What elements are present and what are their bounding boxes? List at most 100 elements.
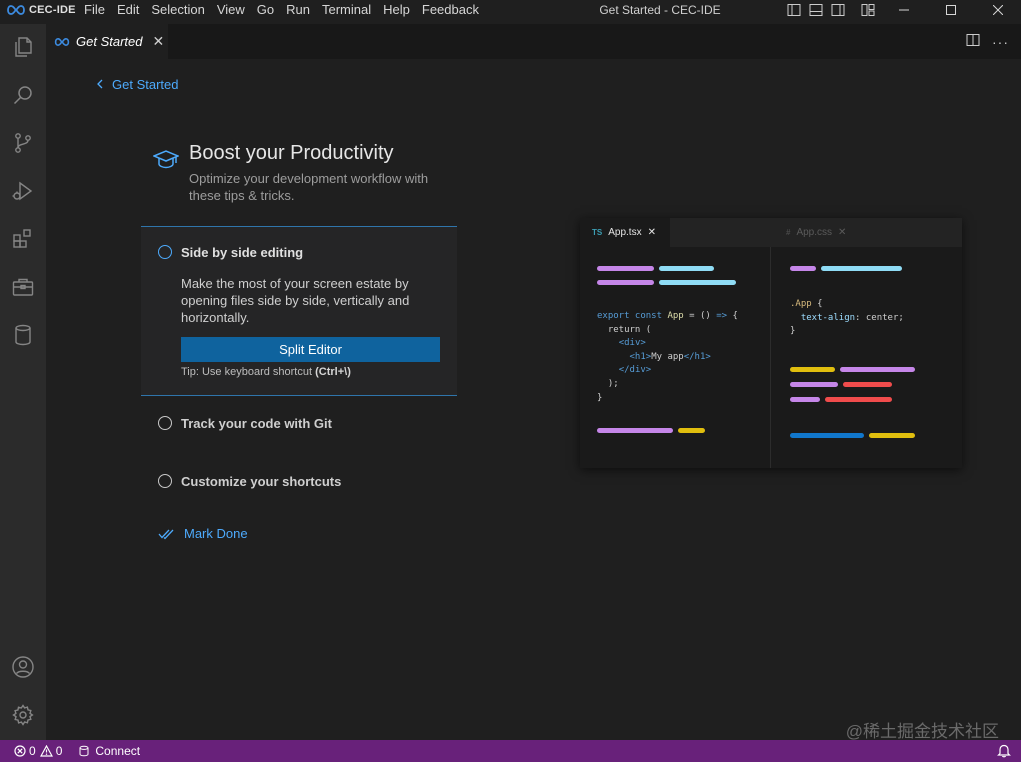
back-link-label: Get Started [112,77,179,92]
css-file-icon: # [786,228,791,237]
page-subtitle: Optimize your development workflow with … [189,171,429,203]
app-logo-text: CEC-IDE [29,4,76,16]
menu-selection[interactable]: Selection [145,0,210,20]
database-icon[interactable] [8,320,38,350]
database-icon [79,745,89,757]
menu-go[interactable]: Go [251,0,280,20]
code-placeholder-bar [790,397,820,402]
error-count: 0 [29,744,36,758]
split-editor-illustration: TS App.tsx ✕ # App.css ✕ export const Ap… [580,218,962,468]
explorer-icon[interactable] [8,32,38,62]
code-sample-css: .App { text-align: center; } [790,299,904,337]
mark-done-link[interactable]: Mark Done [158,526,248,541]
code-placeholder-bar [597,280,654,285]
problems-indicator[interactable]: 0 0 [0,740,68,762]
illustration-tab-app-tsx: TS App.tsx ✕ [580,218,670,247]
check-all-icon [158,529,174,539]
layout-controls [786,0,876,20]
account-icon[interactable] [8,652,38,682]
menu-edit[interactable]: Edit [111,0,145,20]
extensions-icon[interactable] [8,224,38,254]
watermark: @稀土掘金技术社区 [845,722,999,741]
step-side-by-side-editing[interactable]: Side by side editing Make the most of yo… [141,226,457,396]
menu-help[interactable]: Help [377,0,416,20]
code-placeholder-bar [825,397,892,402]
tab-close-icon[interactable]: ✕ [152,33,164,50]
code-placeholder-bar [659,266,714,271]
code-placeholder-bar [678,428,705,433]
illustration-tab-label: App.tsx [608,227,642,238]
more-actions-icon[interactable]: ··· [992,34,1009,50]
step-radio-icon [158,474,172,488]
menu-run[interactable]: Run [280,0,316,20]
code-placeholder-bar [659,280,736,285]
step-title: Side by side editing [181,245,304,260]
toolbox-icon[interactable] [8,272,38,302]
ts-file-icon: TS [592,228,603,237]
back-to-get-started-link[interactable]: Get Started [96,77,178,92]
step-tip: Tip: Use keyboard shortcut (Ctrl+\) [181,366,351,378]
code-placeholder-bar [597,428,673,433]
step-track-code-git[interactable]: Track your code with Git [141,409,457,439]
settings-gear-icon[interactable] [8,700,38,730]
mortarboard-icon [153,150,179,169]
menu-terminal[interactable]: Terminal [316,0,377,20]
window-title: Get Started - CEC-IDE [599,3,721,17]
run-debug-icon[interactable] [8,176,38,206]
app-logo: CEC-IDE [0,4,78,16]
toggle-secondary-sidebar-icon[interactable] [830,2,846,18]
code-placeholder-bar [840,367,915,372]
editor-tabs: Get Started ✕ ··· [46,24,1021,59]
activity-bar [0,24,46,740]
close-icon: ✕ [647,227,656,238]
split-editor-button[interactable]: Split Editor [181,337,440,362]
menu-view[interactable]: View [211,0,251,20]
tip-text: Tip: Use keyboard shortcut [181,366,313,378]
tab-get-started[interactable]: Get Started ✕ [46,24,168,59]
connect-label: Connect [95,744,141,758]
warning-icon [39,745,53,757]
close-icon: ✕ [838,227,847,238]
code-placeholder-bar [790,382,838,387]
warning-count: 0 [55,744,63,758]
maximize-icon[interactable] [927,0,974,20]
code-placeholder-bar [790,433,864,438]
page-title: Boost your Productivity [189,142,394,164]
tab-label: Get Started [76,34,143,49]
illustration-tab-app-css: # App.css ✕ [772,218,872,247]
step-radio-icon [158,416,172,430]
code-placeholder-bar [597,266,654,271]
minimize-icon[interactable] [880,0,927,20]
notifications-bell-icon[interactable] [997,743,1011,761]
tab-actions: ··· [966,24,1009,59]
code-placeholder-bar [843,382,892,387]
code-placeholder-bar [869,433,915,438]
code-placeholder-bar [790,266,816,271]
menu-feedback[interactable]: Feedback [416,0,485,20]
search-icon[interactable] [8,80,38,110]
window-controls [880,0,1021,20]
chevron-left-icon [96,78,103,92]
menu-bar: File Edit Selection View Go Run Terminal… [78,0,485,20]
toggle-panel-icon[interactable] [808,2,824,18]
close-window-icon[interactable] [974,0,1021,20]
get-started-tab-icon [54,37,70,46]
customize-layout-icon[interactable] [860,2,876,18]
toggle-primary-sidebar-icon[interactable] [786,2,802,18]
split-editor-icon[interactable] [966,33,980,50]
source-control-icon[interactable] [8,128,38,158]
mark-done-label: Mark Done [184,526,248,541]
title-bar: CEC-IDE File Edit Selection View Go Run … [0,0,1021,20]
tip-shortcut: (Ctrl+\) [315,366,351,378]
menu-file[interactable]: File [78,0,111,20]
illustration-tab-label: App.css [796,227,833,238]
cec-logo-icon [7,5,25,15]
get-started-editor: Get Started Boost your Productivity Opti… [46,59,1021,740]
step-customize-shortcuts[interactable]: Customize your shortcuts [141,467,457,497]
step-description: Make the most of your screen estate by o… [181,276,410,325]
illustration-tabs: TS App.tsx ✕ # App.css ✕ [580,218,962,247]
error-icon [14,745,26,757]
connect-button[interactable]: Connect [72,740,146,762]
code-placeholder-bar [821,266,902,271]
code-placeholder-bar [790,367,835,372]
